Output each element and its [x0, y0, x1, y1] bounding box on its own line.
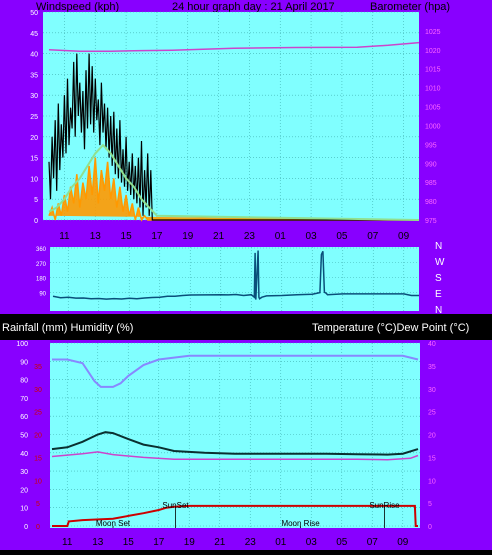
- compass-label: W: [435, 257, 445, 268]
- direction-plot-area: [50, 247, 419, 311]
- rain-tick-label: 20: [34, 433, 42, 440]
- temperature-tick-label: 25: [428, 410, 436, 417]
- hour-tick-label: 09: [398, 231, 410, 242]
- windspeed-tick-label: 10: [30, 176, 38, 183]
- temperature-dewpoint-axis-title: Temperature (°C)Dew Point (°C): [312, 322, 469, 334]
- humidity-tick-label: 20: [20, 487, 28, 494]
- hour-tick-label: 13: [92, 537, 104, 548]
- barometer-tick-label: 980: [425, 199, 437, 206]
- windspeed-tick-label: 15: [30, 156, 38, 163]
- event-marker-label: Moon Set: [96, 519, 131, 528]
- hour-tick-label: 19: [182, 231, 194, 242]
- barometer-tick-label: 990: [425, 161, 437, 168]
- hour-tick-label: 23: [245, 537, 257, 548]
- compass-label: N: [435, 241, 442, 252]
- hour-tick-label: 11: [62, 537, 73, 548]
- rain-tick-label: 5: [36, 501, 40, 508]
- temperature-tick-label: 40: [428, 341, 436, 348]
- barometer-tick-label: 975: [425, 218, 437, 225]
- barometer-tick-label: 995: [425, 142, 437, 149]
- windspeed-tick-label: 35: [30, 72, 38, 79]
- windspeed-tick-label: 45: [30, 31, 38, 38]
- rain-humidity-axis-title: Rainfall (mm) Humidity (%): [2, 322, 133, 334]
- hour-tick-label: 03: [306, 537, 318, 548]
- humidity-tick-label: 0: [24, 524, 28, 531]
- hour-tick-label: 01: [275, 537, 287, 548]
- event-marker-label: Moon Rise: [281, 519, 320, 528]
- hour-tick-label: 11: [59, 231, 70, 242]
- humidity-tick-label: 50: [20, 433, 28, 440]
- direction-tick-label: 90: [39, 291, 46, 297]
- barometer-tick-label: 1025: [425, 29, 441, 36]
- rain-tick-label: 35: [34, 364, 42, 371]
- hour-tick-label: 17: [153, 537, 165, 548]
- rain-tick-label: 15: [34, 455, 42, 462]
- temperature-tick-label: 15: [428, 455, 436, 462]
- hour-tick-label: 23: [244, 231, 256, 242]
- weather-graph: Windspeed (kph) 24 hour graph day : 21 A…: [0, 0, 492, 555]
- temperature-tick-label: 10: [428, 478, 436, 485]
- windspeed-tick-label: 30: [30, 93, 38, 100]
- humidity-tick-label: 80: [20, 378, 28, 385]
- barometer-tick-label: 985: [425, 180, 437, 187]
- compass-label: E: [435, 289, 442, 300]
- windspeed-tick-label: 20: [30, 135, 38, 142]
- barometer-tick-label: 1020: [425, 48, 441, 55]
- hour-tick-label: 05: [336, 537, 348, 548]
- humidity-tick-label: 40: [20, 451, 28, 458]
- windspeed-axis-title: Windspeed (kph): [36, 1, 119, 13]
- rain-tick-label: 0: [36, 524, 40, 531]
- hour-tick-label: 15: [123, 537, 135, 548]
- direction-tick-label: 360: [36, 247, 47, 253]
- hour-tick-label: 19: [184, 537, 196, 548]
- direction-tick-label: 180: [36, 277, 47, 283]
- hour-tick-label: 09: [397, 537, 409, 548]
- hour-tick-label: 17: [151, 231, 163, 242]
- humidity-tick-label: 60: [20, 414, 28, 421]
- barometer-tick-label: 1005: [425, 105, 441, 112]
- hour-tick-label: 01: [275, 231, 287, 242]
- hour-tick-label: 15: [121, 231, 133, 242]
- hour-tick-label: 07: [367, 231, 379, 242]
- rain-tick-label: 30: [34, 387, 42, 394]
- hour-tick-label: 21: [214, 537, 226, 548]
- windspeed-tick-label: 25: [30, 114, 38, 121]
- barometer-tick-label: 1010: [425, 86, 441, 93]
- rain-tick-label: 25: [34, 410, 42, 417]
- temperature-tick-label: 30: [428, 387, 436, 394]
- temperature-tick-label: 20: [428, 433, 436, 440]
- humidity-plot-area: [50, 343, 420, 528]
- humidity-tick-label: 30: [20, 469, 28, 476]
- event-marker-label: SunRise: [369, 501, 400, 510]
- hour-tick-label: 07: [367, 537, 379, 548]
- hour-tick-label: 03: [306, 231, 318, 242]
- chart-title: 24 hour graph day : 21 April 2017: [172, 1, 335, 13]
- compass-label: N: [435, 305, 442, 316]
- temperature-tick-label: 0: [428, 524, 432, 531]
- windspeed-tick-label: 5: [34, 197, 38, 204]
- barometer-axis-title: Barometer (hpa): [370, 1, 450, 13]
- hour-tick-label: 05: [336, 231, 348, 242]
- temperature-tick-label: 35: [428, 364, 436, 371]
- barometer-tick-label: 1000: [425, 123, 441, 130]
- windspeed-tick-label: 0: [34, 218, 38, 225]
- windspeed-tick-label: 40: [30, 52, 38, 59]
- humidity-tick-label: 70: [20, 396, 28, 403]
- event-marker-label: SunSet: [162, 501, 189, 510]
- windspeed-tick-label: 50: [30, 10, 38, 17]
- humidity-tick-label: 100: [16, 341, 28, 348]
- humidity-tick-label: 10: [20, 506, 28, 513]
- humidity-tick-label: 90: [20, 359, 28, 366]
- compass-label: S: [435, 273, 442, 284]
- rain-tick-label: 10: [34, 478, 42, 485]
- temperature-tick-label: 5: [428, 501, 432, 508]
- hour-tick-label: 13: [90, 231, 102, 242]
- hour-tick-label: 21: [213, 231, 225, 242]
- direction-tick-label: 270: [36, 262, 47, 268]
- barometer-tick-label: 1015: [425, 67, 441, 74]
